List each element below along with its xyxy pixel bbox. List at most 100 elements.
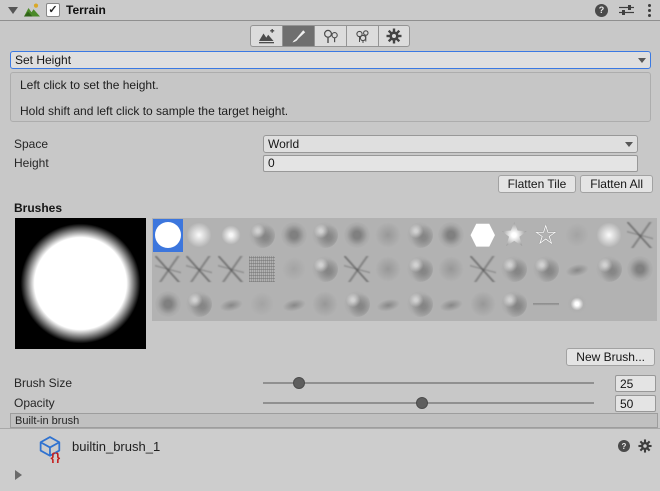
- tool-paint-terrain-button[interactable]: [282, 25, 314, 47]
- brush-thumbnail-noise[interactable]: [247, 253, 277, 286]
- component-title: Terrain: [66, 3, 106, 17]
- brush-shape-soft: [375, 256, 401, 282]
- brush-thumbnail-softdk[interactable]: [342, 219, 372, 252]
- component-enabled-checkbox[interactable]: ✓: [46, 3, 60, 17]
- brush-thumbnail-softdk[interactable]: [436, 219, 466, 252]
- brush-thumbnail-soft[interactable]: [373, 253, 403, 286]
- asset-gear-icon[interactable]: [638, 439, 652, 453]
- brush-thumbnail-soft[interactable]: [310, 287, 340, 320]
- brush-thumbnail-tex[interactable]: [499, 287, 529, 320]
- brushes-section-label: Brushes: [14, 201, 62, 215]
- tool-terrain-settings-button[interactable]: [378, 25, 410, 47]
- brush-shape-wisp: [436, 288, 467, 319]
- brush-thumbnail-faint[interactable]: [562, 219, 592, 252]
- brush-thumbnail-glow-sm[interactable]: [216, 219, 246, 252]
- brush-shape-tex: [501, 256, 527, 282]
- brush-grid: ☆: [152, 218, 657, 321]
- brush-shape-twig: [470, 256, 496, 282]
- brush-thumbnail-softdk[interactable]: [279, 219, 309, 252]
- brush-thumbnail-tex[interactable]: [405, 287, 435, 320]
- opacity-slider[interactable]: [263, 394, 594, 412]
- brush-thumbnail-hex[interactable]: [468, 219, 498, 252]
- brush-thumbnail-tex[interactable]: [531, 253, 561, 286]
- brush-shape-wisp: [278, 288, 309, 319]
- brush-thumbnail-tex[interactable]: [405, 253, 435, 286]
- brush-thumbnail-tex[interactable]: [310, 253, 340, 286]
- asset-help-icon[interactable]: ?: [618, 440, 630, 452]
- opacity-slider-knob[interactable]: [416, 397, 428, 409]
- asset-foldout-arrow[interactable]: [15, 470, 22, 480]
- grass-details-icon: [355, 29, 371, 44]
- brush-preview-image: [15, 218, 146, 349]
- brush-thumbnail-softdk[interactable]: [153, 287, 183, 320]
- brush-thumbnail-softdk[interactable]: [625, 253, 655, 286]
- brush-thumbnail-wisp[interactable]: [436, 287, 466, 320]
- brush-thumbnail-glow[interactable]: [184, 219, 214, 252]
- space-dropdown[interactable]: World: [263, 135, 638, 153]
- presets-icon[interactable]: [619, 4, 634, 16]
- brush-thumbnail-tex[interactable]: [499, 253, 529, 286]
- brush-thumbnail-burst[interactable]: [499, 219, 529, 252]
- brush-thumbnail-soft[interactable]: [468, 287, 498, 320]
- paint-mode-value: Set Height: [15, 53, 71, 67]
- brush-thumbnail-wisp[interactable]: [562, 253, 592, 286]
- brush-shape-tex: [596, 256, 622, 282]
- brush-thumbnail-hard[interactable]: [153, 219, 183, 252]
- chevron-down-icon: [625, 142, 633, 147]
- new-brush-button[interactable]: New Brush...: [566, 348, 655, 366]
- brush-thumbnail-dot[interactable]: [562, 287, 592, 320]
- tool-paint-details-button[interactable]: [346, 25, 378, 47]
- help-line-1: Left click to set the height.: [20, 78, 641, 92]
- brush-shape-twig: [627, 222, 653, 248]
- flatten-tile-button[interactable]: Flatten Tile: [498, 175, 577, 193]
- brush-thumbnail-twig[interactable]: [342, 253, 372, 286]
- brush-thumbnail-tex[interactable]: [405, 219, 435, 252]
- brush-thumbnail-twig[interactable]: [153, 253, 183, 286]
- brush-thumbnail-twig[interactable]: [468, 253, 498, 286]
- brush-shape-soft: [470, 291, 496, 317]
- component-foldout-arrow[interactable]: [8, 7, 18, 14]
- help-line-2: Hold shift and left click to sample the …: [20, 104, 641, 118]
- brush-shape-tex: [407, 256, 433, 282]
- brush-size-slider[interactable]: [263, 374, 594, 392]
- height-label: Height: [0, 156, 263, 170]
- brush-thumbnail-line[interactable]: [531, 287, 561, 320]
- brush-thumbnail-tex[interactable]: [247, 219, 277, 252]
- brush-thumbnail-wisp[interactable]: [216, 287, 246, 320]
- brush-shape-softdk: [438, 222, 464, 248]
- brush-thumbnail-tex[interactable]: [342, 287, 372, 320]
- brush-thumbnail-twig[interactable]: [184, 253, 214, 286]
- brush-shape-softdk: [627, 256, 653, 282]
- built-in-brush-label: Built-in brush: [15, 415, 79, 427]
- brush-shape-tex: [407, 222, 433, 248]
- brush-thumbnail-soft[interactable]: [436, 253, 466, 286]
- brush-shape-softdk: [344, 222, 370, 248]
- brush-thumbnail-faint[interactable]: [247, 287, 277, 320]
- opacity-value-input[interactable]: [615, 395, 656, 412]
- brush-thumbnail-twig[interactable]: [625, 219, 655, 252]
- brush-thumbnail-star[interactable]: ☆: [531, 219, 561, 252]
- height-input[interactable]: [263, 155, 638, 172]
- built-in-brush-selector[interactable]: Built-in brush: [10, 413, 658, 428]
- kebab-menu-icon[interactable]: [645, 3, 654, 18]
- space-value: World: [268, 137, 299, 151]
- flatten-all-button[interactable]: Flatten All: [580, 175, 653, 193]
- brush-thumbnail-tex[interactable]: [594, 253, 624, 286]
- brush-shape-tex: [249, 222, 275, 248]
- brush-thumbnail-wisp[interactable]: [279, 287, 309, 320]
- brush-thumbnail-glow[interactable]: [594, 219, 624, 252]
- help-icon[interactable]: ?: [595, 4, 608, 17]
- paint-brush-icon: [291, 28, 307, 44]
- brush-thumbnail-wisp[interactable]: [373, 287, 403, 320]
- brush-thumbnail-tex[interactable]: [310, 219, 340, 252]
- brush-shape-hard: [155, 222, 181, 248]
- brush-thumbnail-faint[interactable]: [279, 253, 309, 286]
- brush-thumbnail-tex[interactable]: [184, 287, 214, 320]
- brush-thumbnail-soft[interactable]: [373, 219, 403, 252]
- tool-create-neighbor-button[interactable]: [250, 25, 282, 47]
- brush-thumbnail-twig[interactable]: [216, 253, 246, 286]
- brush-size-value-input[interactable]: [615, 375, 656, 392]
- paint-mode-dropdown[interactable]: Set Height: [10, 51, 651, 69]
- brush-size-slider-knob[interactable]: [293, 377, 305, 389]
- tool-paint-trees-button[interactable]: [314, 25, 346, 47]
